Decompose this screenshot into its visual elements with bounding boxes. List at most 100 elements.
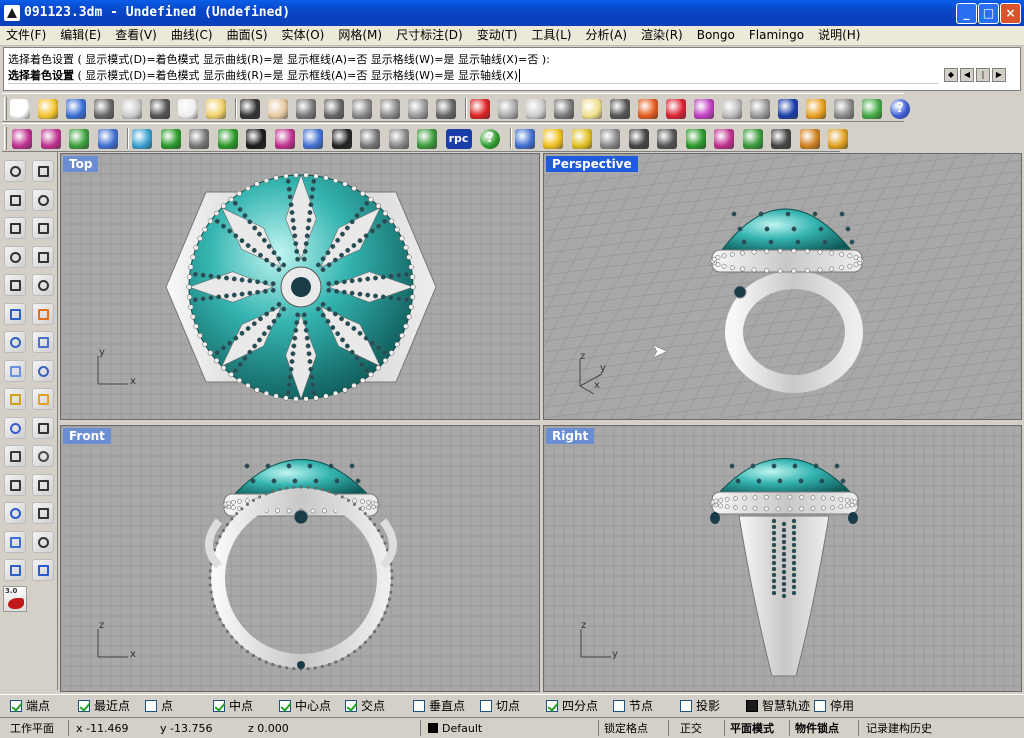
circle-icon[interactable] [4, 217, 26, 239]
curve-offset-icon[interactable] [4, 473, 26, 496]
scale-icon[interactable] [32, 530, 54, 553]
viewport-perspective[interactable]: Perspective z y x ➤ [543, 153, 1022, 420]
globe-icon[interactable] [132, 129, 152, 149]
osnap-checkbox[interactable] [413, 700, 425, 712]
status-grid-snap[interactable]: 锁定格点 [604, 721, 648, 736]
menu-item-4[interactable]: 曲面(S) [223, 26, 272, 45]
select-arrow-icon[interactable] [4, 160, 26, 182]
tools-icon[interactable] [799, 129, 820, 149]
status-layer[interactable]: Default [442, 721, 482, 736]
rpc-icon[interactable]: rpc [445, 129, 472, 149]
flamingo-icon[interactable] [12, 129, 32, 149]
cone-icon[interactable] [806, 99, 826, 119]
viewport-title-front[interactable]: Front [63, 428, 111, 444]
osnap-4[interactable]: 中心点 [279, 699, 331, 714]
arc-icon[interactable] [4, 245, 26, 268]
cmd-scroll-up-down-icon[interactable]: ◆ [944, 68, 958, 82]
color-wheel-icon[interactable] [694, 99, 714, 119]
rhino-app-icon[interactable] [4, 5, 20, 21]
dimension-icon[interactable] [4, 416, 26, 439]
copy-icon[interactable] [178, 99, 198, 119]
osnap-checkbox[interactable] [345, 700, 357, 712]
toolbar-grip[interactable] [4, 127, 7, 150]
osnap-checkbox[interactable] [546, 700, 558, 712]
osnap-checkbox[interactable] [10, 700, 22, 712]
command-area[interactable]: 选择着色设置 ( 显示模式(D)=着色模式 显示曲线(R)=是 显示框线(A)=… [3, 47, 1021, 91]
osnap-12[interactable]: 停用 [814, 699, 854, 714]
minimize-button[interactable]: _ [956, 3, 977, 24]
half-sphere-icon[interactable] [600, 129, 620, 149]
osnap-9[interactable]: 节点 [613, 699, 653, 714]
undo-icon[interactable] [240, 99, 260, 119]
question-icon[interactable] [828, 129, 848, 149]
texture-icon[interactable] [246, 129, 266, 149]
light-icon[interactable] [582, 99, 602, 119]
osnap-checkbox[interactable] [814, 700, 826, 712]
menu-item-11[interactable]: 渲染(R) [637, 26, 687, 45]
osnap-8[interactable]: 四分点 [546, 699, 598, 714]
osnap-10[interactable]: 投影 [680, 699, 720, 714]
menu-item-8[interactable]: 变动(T) [473, 26, 522, 45]
menu-item-2[interactable]: 查看(V) [111, 26, 161, 45]
menu-item-1[interactable]: 编辑(E) [56, 26, 105, 45]
status-history[interactable]: 记录建构历史 [866, 721, 932, 736]
import-icon[interactable] [122, 99, 142, 119]
open-file-icon[interactable] [38, 99, 58, 119]
surface-patch-icon[interactable] [4, 302, 26, 325]
zoom-window-icon[interactable] [352, 99, 372, 119]
point-icon[interactable] [32, 160, 54, 182]
zoom-icon[interactable] [324, 99, 344, 119]
gear-transform-icon[interactable] [4, 388, 26, 410]
viewport-top[interactable]: Top y x [60, 153, 540, 420]
zoom-selected-icon[interactable] [408, 99, 428, 119]
osnap-7[interactable]: 切点 [480, 699, 520, 714]
menu-item-9[interactable]: 工具(L) [527, 26, 575, 45]
join-icon[interactable] [4, 445, 26, 467]
status-ortho[interactable]: 正交 [680, 721, 702, 736]
osnap-checkbox[interactable] [213, 700, 225, 712]
brush-icon[interactable] [40, 129, 61, 149]
help-round-icon[interactable]: ? [480, 129, 500, 149]
cmd-scroll-mid-icon[interactable]: | [976, 68, 990, 82]
osnap-3[interactable]: 中点 [213, 699, 253, 714]
zoom-extents-icon[interactable] [380, 99, 400, 119]
menu-item-10[interactable]: 分析(A) [581, 26, 631, 45]
plant-icon[interactable] [417, 129, 437, 149]
command-prompt-options[interactable]: ( 显示模式(D)=着色模式 显示曲线(R)=是 显示框线(A)=否 显示格线(… [74, 69, 518, 82]
green-sphere-icon[interactable] [160, 129, 181, 149]
sphere-solid-icon[interactable] [32, 331, 54, 353]
box-solid-icon[interactable] [4, 331, 26, 353]
cmd-scroll-left-icon[interactable]: ◀ [960, 68, 974, 82]
menu-item-14[interactable]: 说明(H) [814, 26, 864, 45]
camera-box-icon[interactable] [685, 129, 706, 149]
material-icon[interactable] [666, 99, 686, 119]
render-icon[interactable] [388, 129, 409, 149]
status-osnap[interactable]: 物件锁点 [795, 721, 839, 736]
osnap-checkbox[interactable] [145, 700, 157, 712]
bomb-icon[interactable] [331, 129, 352, 149]
save-icon[interactable] [66, 99, 86, 119]
render-sphere-icon[interactable] [778, 99, 798, 119]
menu-item-6[interactable]: 网格(M) [334, 26, 386, 45]
snap-grid-icon[interactable] [32, 559, 54, 581]
stopwatch-icon[interactable] [657, 129, 677, 149]
lock-icon[interactable] [610, 99, 630, 119]
osnap-1[interactable]: 最近点 [78, 699, 130, 714]
close-button[interactable]: × [1000, 3, 1021, 24]
help-icon[interactable]: ? [890, 99, 910, 119]
zoom-render-icon[interactable] [97, 129, 118, 149]
layer-color-swatch[interactable] [428, 723, 438, 733]
osnap-checkbox[interactable] [78, 700, 90, 712]
animate-icon[interactable] [742, 129, 763, 149]
polyline-icon[interactable] [4, 188, 26, 211]
trim-icon[interactable] [32, 416, 54, 439]
cylinder-solid-icon[interactable] [4, 359, 26, 382]
viewport-title-perspective[interactable]: Perspective [546, 156, 638, 172]
new-file-icon[interactable] [10, 99, 30, 119]
four-viewports-icon[interactable] [436, 99, 456, 119]
loft-icon[interactable] [32, 302, 54, 325]
polygon-icon[interactable] [4, 274, 26, 296]
osnap-5[interactable]: 交点 [345, 699, 385, 714]
command-prompt[interactable]: 选择着色设置 ( 显示模式(D)=着色模式 显示曲线(R)=是 显示框线(A)=… [8, 67, 938, 84]
title-bar[interactable]: 091123.3dm - Undefined (Undefined) _ □ × [0, 0, 1024, 26]
